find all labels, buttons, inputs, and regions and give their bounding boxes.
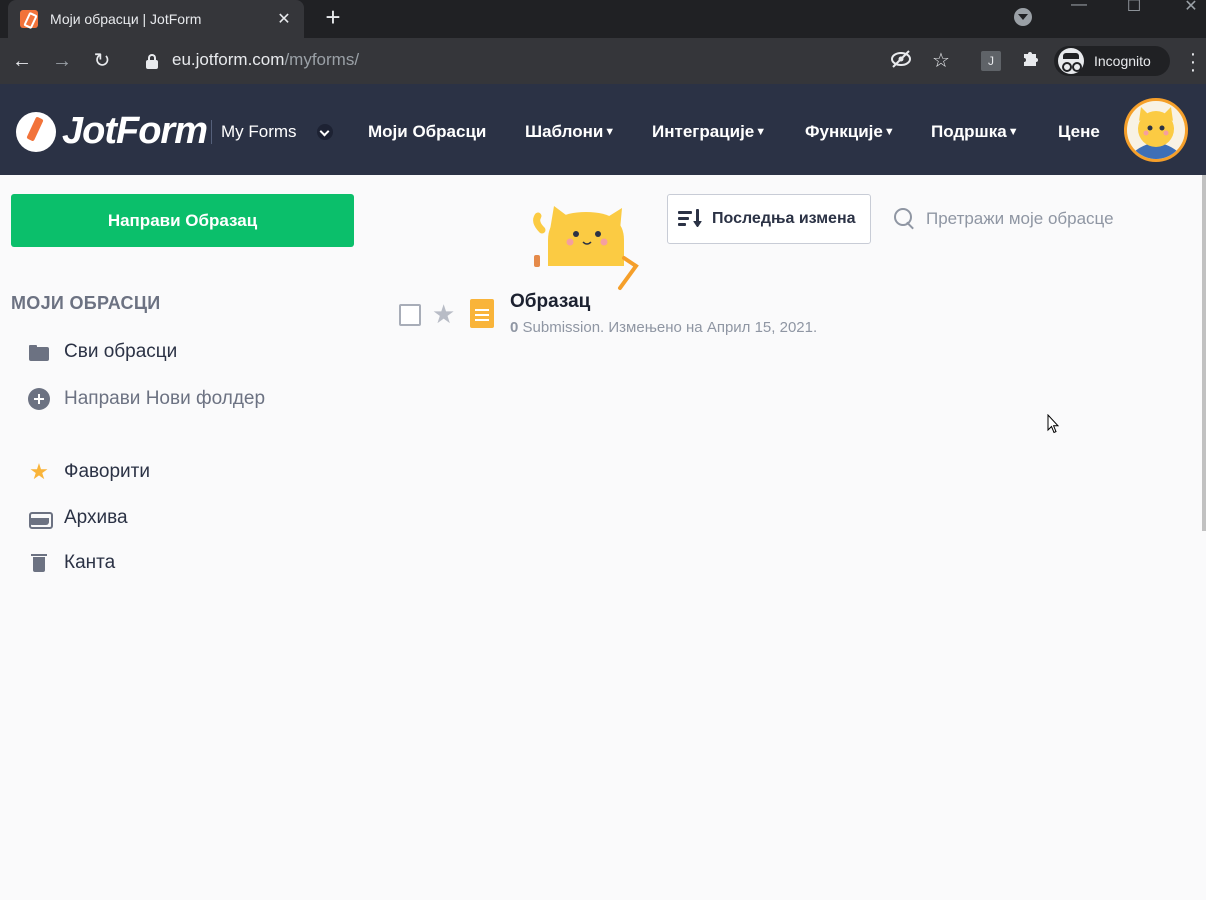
form-title[interactable]: Образац bbox=[510, 291, 590, 313]
puzzle-icon[interactable] bbox=[1018, 48, 1044, 74]
form-list-item[interactable]: ★ Образац 0 Submission. Измењено на Апри… bbox=[396, 288, 1186, 344]
window-close-icon[interactable]: ✕ bbox=[1176, 0, 1206, 16]
back-icon[interactable]: ← bbox=[9, 48, 35, 74]
form-document-icon bbox=[470, 299, 494, 328]
logo-text: JotForm bbox=[62, 110, 208, 152]
tab-search-icon[interactable] bbox=[1014, 8, 1032, 26]
jotform-favicon-icon bbox=[20, 10, 38, 28]
favorite-star-icon[interactable]: ★ bbox=[432, 301, 455, 327]
search-input[interactable] bbox=[926, 203, 1196, 235]
menu-icon[interactable]: · · · bbox=[1186, 44, 1200, 80]
user-avatar[interactable] bbox=[1124, 98, 1188, 162]
lock-icon[interactable] bbox=[145, 54, 159, 69]
eye-off-icon[interactable] bbox=[888, 48, 914, 74]
mouse-cursor-icon bbox=[1047, 413, 1060, 434]
sidebar-heading: МОЈИ ОБРАСЦИ bbox=[11, 293, 161, 313]
browser-toolbar: ← → ↻ eu.jotform.com/myforms/ ☆ J Incogn… bbox=[0, 38, 1206, 84]
incognito-icon bbox=[1058, 48, 1084, 74]
incognito-label: Incognito bbox=[1094, 53, 1151, 69]
search-icon bbox=[894, 208, 916, 230]
create-form-button[interactable]: Направи Образац bbox=[11, 194, 354, 247]
nav-integrations[interactable]: Интеграције▼ bbox=[652, 122, 766, 142]
browser-tabstrip: Моји обрасци | JotForm ✕ + — ☐ ✕ bbox=[0, 0, 1206, 38]
address-bar[interactable]: eu.jotform.com/myforms/ bbox=[172, 50, 359, 70]
nav-features[interactable]: Функције▼ bbox=[805, 122, 895, 142]
sidebar-item-label: Канта bbox=[64, 552, 116, 573]
form-meta-text: Submission. Измењено на Април 15, 2021. bbox=[522, 319, 818, 336]
sidebar-item-label: Фаворити bbox=[64, 461, 150, 482]
sidebar-item-label: Направи Нови фолдер bbox=[64, 388, 266, 409]
sort-icon bbox=[678, 208, 704, 230]
nav-support[interactable]: Подршка▼ bbox=[931, 122, 1019, 142]
archive-icon bbox=[28, 507, 53, 529]
form-meta: 0 Submission. Измењено на Април 15, 2021… bbox=[510, 319, 817, 336]
forward-icon[interactable]: → bbox=[49, 48, 75, 74]
nav-pricing[interactable]: Цене bbox=[1058, 122, 1101, 142]
jotform-header: JotForm My Forms Моји Обрасци Шаблони▼ И… bbox=[0, 84, 1206, 175]
reload-icon[interactable]: ↻ bbox=[89, 48, 115, 74]
folder-icon bbox=[28, 341, 50, 363]
sort-label: Последња измена bbox=[712, 210, 856, 227]
nav-templates[interactable]: Шаблони▼ bbox=[525, 122, 615, 142]
trash-icon bbox=[28, 552, 50, 574]
plus-circle-icon bbox=[28, 388, 50, 410]
sidebar-item-label: Сви обрасци bbox=[64, 341, 178, 362]
maximize-icon[interactable]: ☐ bbox=[1119, 0, 1149, 16]
myforms-dropdown-label[interactable]: My Forms bbox=[221, 122, 297, 142]
header-divider bbox=[211, 120, 212, 144]
sidebar-item-trash[interactable]: Канта bbox=[28, 552, 115, 574]
form-select-checkbox[interactable] bbox=[399, 304, 421, 326]
sidebar-item-label: Архива bbox=[64, 507, 128, 528]
minimize-icon[interactable]: — bbox=[1064, 0, 1094, 14]
submission-count: 0 bbox=[510, 319, 519, 336]
mascot-illustration bbox=[528, 200, 643, 295]
sort-button[interactable]: Последња измена bbox=[667, 194, 871, 244]
sidebar-item-archive[interactable]: Архива bbox=[28, 507, 128, 529]
page-scrollbar[interactable] bbox=[1202, 175, 1206, 531]
nav-my-forms[interactable]: Моји Обрасци bbox=[368, 122, 487, 142]
browser-tab[interactable]: Моји обрасци | JotForm ✕ bbox=[8, 0, 304, 38]
bookmark-star-icon[interactable]: ☆ bbox=[928, 48, 954, 74]
jotform-logo[interactable]: JotForm bbox=[16, 110, 208, 153]
sidebar-item-favorites[interactable]: ★ Фаворити bbox=[28, 461, 150, 483]
sidebar-item-all-forms[interactable]: Сви обрасци bbox=[28, 341, 177, 363]
chevron-down-icon[interactable] bbox=[317, 124, 333, 140]
sidebar-item-new-folder[interactable]: Направи Нови фолдер bbox=[28, 388, 265, 410]
jotform-logo-icon bbox=[16, 111, 56, 152]
new-tab-button[interactable]: + bbox=[320, 4, 346, 31]
extension-j-icon[interactable]: J bbox=[981, 51, 1001, 71]
star-icon: ★ bbox=[29, 459, 49, 484]
tab-title: Моји обрасци | JotForm bbox=[50, 11, 202, 27]
tab-close-icon[interactable]: ✕ bbox=[276, 9, 292, 29]
incognito-profile-button[interactable]: Incognito bbox=[1054, 46, 1170, 76]
